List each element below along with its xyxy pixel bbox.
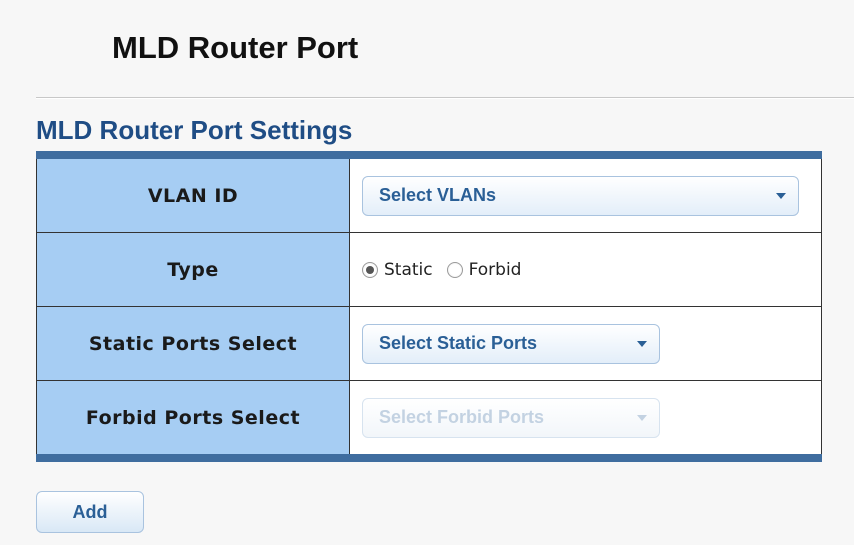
vlan-id-row: VLAN ID Select VLANs — [36, 154, 822, 233]
section-title: MLD Router Port Settings — [36, 115, 353, 145]
type-value-cell: Static Forbid — [349, 232, 822, 307]
vlan-select-text: Select VLANs — [379, 185, 497, 205]
chevron-down-icon — [776, 192, 786, 199]
vlan-select[interactable]: Select VLANs — [362, 175, 799, 216]
type-static-radio[interactable] — [362, 261, 378, 278]
type-row: Type Static Forbid — [36, 232, 822, 307]
static-ports-label: Static Ports Select — [36, 306, 350, 381]
settings-table: VLAN ID Select VLANs Type Static Forbid … — [36, 151, 822, 462]
type-static-label[interactable]: Static — [384, 260, 433, 280]
forbid-ports-row: Forbid Ports Select Select Forbid Ports — [36, 380, 822, 459]
add-button[interactable]: Add — [36, 491, 144, 533]
type-radio-group: Static Forbid — [362, 260, 821, 280]
forbid-ports-label: Forbid Ports Select — [36, 380, 350, 459]
type-label: Type — [36, 232, 350, 307]
type-forbid-radio[interactable] — [446, 261, 463, 278]
type-forbid-label[interactable]: Forbid — [469, 260, 522, 280]
chevron-down-icon — [637, 340, 647, 347]
vlan-id-value-cell: Select VLANs — [349, 154, 822, 233]
static-ports-select-text: Select Static Ports — [379, 333, 538, 353]
static-ports-select[interactable]: Select Static Ports — [362, 323, 660, 364]
static-ports-row: Static Ports Select Select Static Ports — [36, 306, 822, 381]
forbid-ports-select-text: Select Forbid Ports — [379, 407, 545, 427]
forbid-ports-value-cell: Select Forbid Ports — [349, 380, 822, 459]
title-divider — [36, 97, 854, 99]
page-title: MLD Router Port — [112, 30, 359, 65]
chevron-down-icon — [637, 414, 647, 421]
vlan-id-label: VLAN ID — [36, 154, 350, 233]
static-ports-value-cell: Select Static Ports — [349, 306, 822, 381]
forbid-ports-select: Select Forbid Ports — [362, 397, 660, 438]
